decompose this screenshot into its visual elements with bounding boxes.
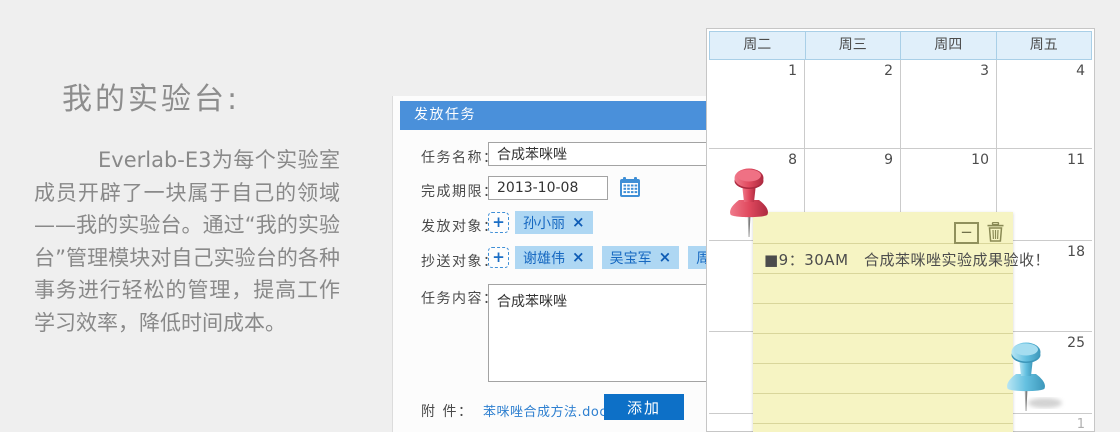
recipient-tag[interactable]: 孙小丽 × (515, 211, 593, 234)
red-pushpin-icon (730, 168, 768, 237)
page-title: 我的实验台: (62, 82, 241, 117)
deadline-input[interactable] (488, 176, 608, 200)
task-name-label: 任务名称： (421, 150, 499, 166)
calendar-day-cell[interactable]: 3 (901, 60, 997, 149)
task-content-label: 任务内容： (421, 291, 499, 307)
blue-pushpin-icon (1007, 342, 1062, 411)
weekday-header-cell: 周四 (900, 31, 997, 60)
calendar-day-cell[interactable]: 1 (709, 60, 805, 149)
calendar-day-cell[interactable]: 4 (997, 60, 1092, 149)
weekday-header-cell: 周五 (995, 31, 1092, 60)
tag-label: 吴宝军 (609, 250, 652, 267)
recipient-tag[interactable]: 吴宝军 × (601, 246, 680, 269)
assignee-tag-list: 孙小丽 × (515, 211, 593, 234)
intro-paragraph: Everlab-E3为每个实验室成员开辟了一块属于自己的领域——我的实验台。通过… (34, 148, 340, 335)
add-attachment-button[interactable]: 添加 (604, 394, 684, 420)
calendar-day-cell[interactable]: 2 (805, 60, 901, 149)
weekday-header-cell: 周二 (709, 31, 806, 60)
remove-tag-icon[interactable]: × (572, 250, 585, 265)
attachment-file-link[interactable]: 苯咪唑合成方法.docx (483, 401, 615, 420)
attachment-label: 附 件： (421, 404, 474, 420)
recipient-tag[interactable]: 谢雄伟 × (515, 246, 593, 269)
note-event-text: ■9：30AM 合成苯咪唑实验成果验收！ (764, 251, 1051, 269)
tag-label: 孙小丽 (523, 215, 565, 232)
note-minimize-button[interactable]: − (954, 222, 979, 244)
calendar-weekday-header: 周二 周三 周四 周五 (709, 31, 1092, 60)
calendar-picker-icon[interactable] (619, 176, 641, 198)
cc-label: 抄送对象： (421, 254, 499, 270)
add-cc-button[interactable]: + (488, 247, 509, 268)
remove-tag-icon[interactable]: × (659, 250, 672, 265)
remove-tag-icon[interactable]: × (572, 215, 585, 230)
weekday-header-cell: 周三 (804, 31, 901, 60)
assignee-label: 发放对象： (421, 219, 499, 235)
tag-label: 谢雄伟 (523, 250, 565, 267)
trash-icon[interactable] (987, 222, 1004, 242)
deadline-label: 完成期限： (421, 184, 499, 200)
sticky-note[interactable]: − ■9：30AM 合成苯咪唑实验成果验收！ (753, 212, 1050, 432)
add-assignee-button[interactable]: + (488, 212, 509, 233)
